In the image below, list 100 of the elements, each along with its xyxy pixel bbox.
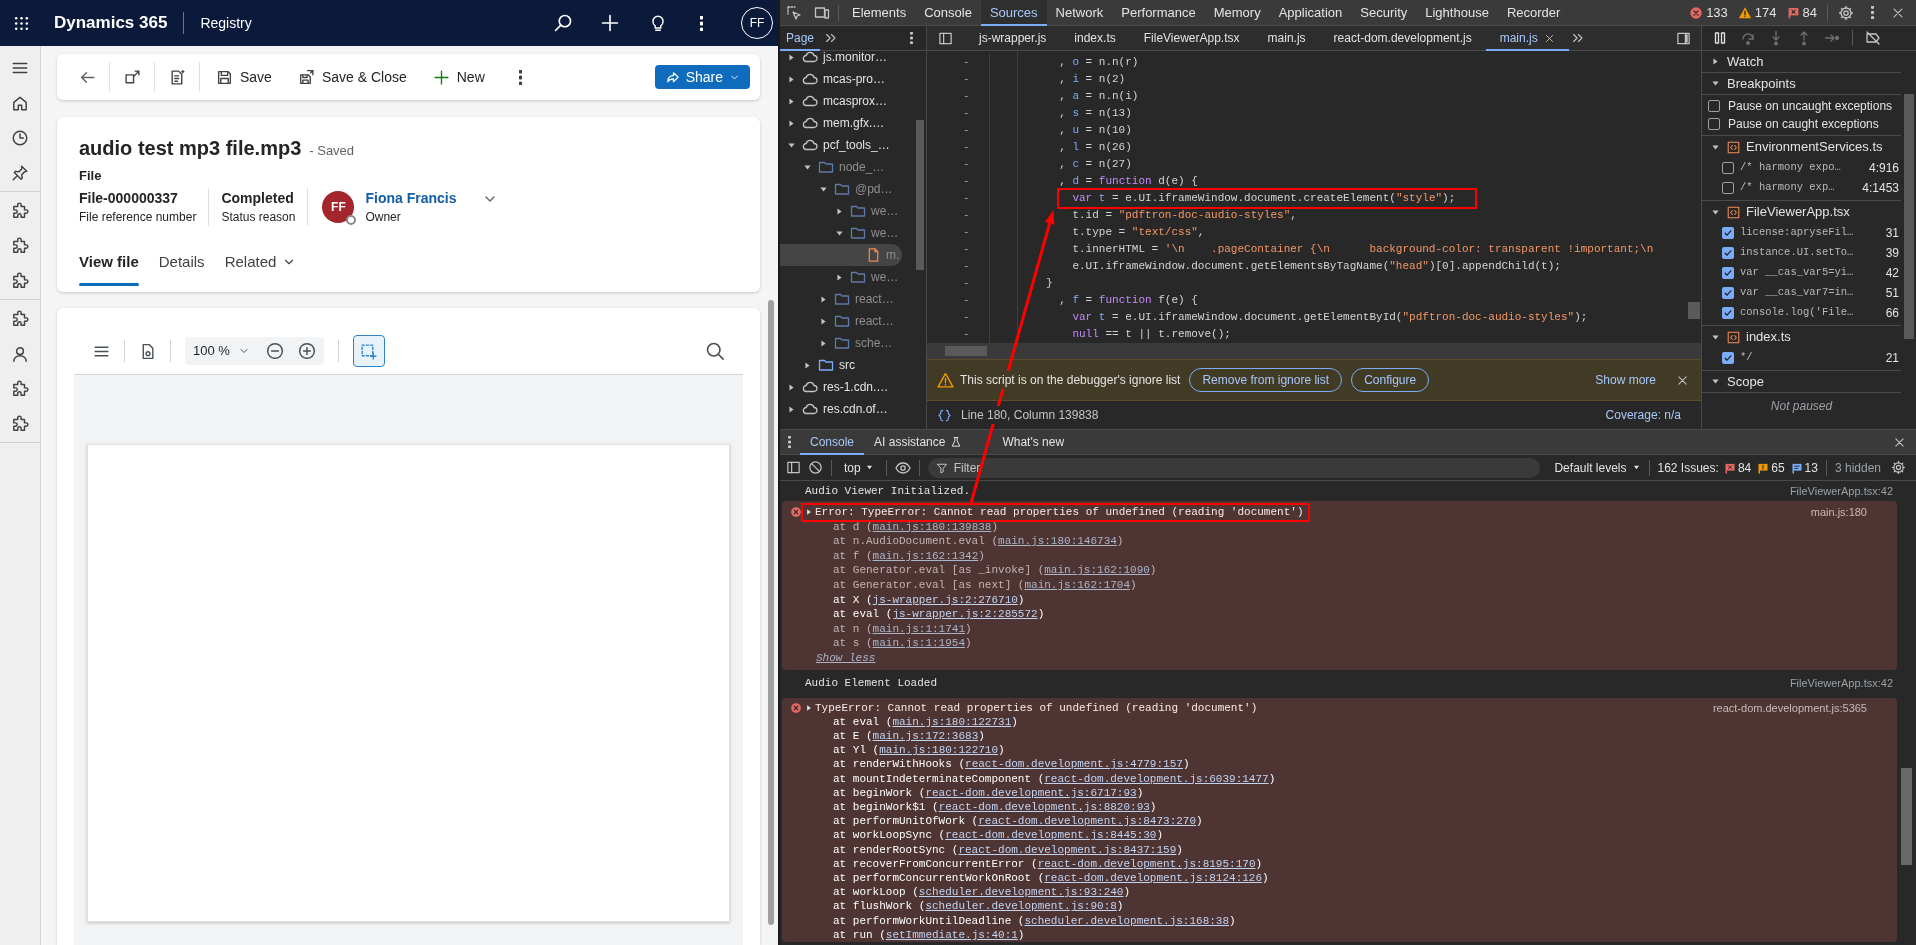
section-header[interactable]: Watch [1702, 51, 1901, 73]
show-more-link[interactable]: Show more [1595, 371, 1656, 389]
link[interactable]: setImmediate.js:40:1 [885, 928, 1018, 941]
link[interactable]: react-dom.development.js:6717:93 [925, 786, 1137, 799]
warning-count[interactable]: 174 [1754, 2, 1777, 23]
filter-field[interactable]: Filter [927, 457, 1541, 478]
tree-item[interactable]: res-1.cdn.… [780, 376, 912, 398]
drawer-tab[interactable]: What's new [992, 429, 1075, 455]
tree-item[interactable]: @pd… [780, 178, 912, 200]
link[interactable]: main.js:180:122710 [879, 744, 999, 757]
tree-item[interactable]: res.cdn.of… [780, 398, 912, 420]
link[interactable]: main.js:162:1090 [1044, 564, 1150, 577]
panel-tab[interactable]: Memory [1204, 0, 1270, 26]
link[interactable]: react-dom.development.js:4779:157 [965, 758, 1183, 771]
tree-item[interactable]: mem.gfx.… [780, 112, 912, 134]
panel-tab[interactable]: Lighthouse [1416, 0, 1498, 26]
navigator-tab[interactable]: Page [780, 25, 821, 51]
option-label[interactable]: Pause on caught exceptions [1728, 115, 1879, 133]
zoom-level[interactable]: 100 % [193, 341, 230, 361]
field-label: Owner [365, 209, 402, 226]
tree-item[interactable]: sche… [780, 332, 912, 354]
link[interactable]: main.js:162:1704 [1024, 578, 1131, 591]
panel-tab[interactable]: Sources [980, 0, 1047, 26]
tree-item[interactable]: node_… [780, 156, 912, 178]
panel-tab[interactable]: Network [1046, 0, 1113, 26]
tree-item[interactable]: we… [780, 200, 912, 222]
tree-item[interactable]: react… [780, 288, 912, 310]
link[interactable]: js-wrapper.js:2:285572 [892, 608, 1038, 621]
tree-item[interactable]: react… [780, 310, 912, 332]
record-tab[interactable]: View file [79, 252, 139, 286]
owner-link[interactable]: Fiona Francis [365, 188, 457, 208]
link[interactable]: scheduler.development.js:93:240 [918, 886, 1124, 899]
tree-item[interactable]: we… [780, 266, 912, 288]
source-link[interactable]: FileViewerApp.tsx:42 [1789, 482, 1893, 500]
record-tab[interactable]: Related [224, 252, 297, 286]
link[interactable]: main.js:172:3683 [872, 729, 979, 742]
link[interactable]: react-dom.development.js:8124:126 [1044, 871, 1263, 884]
link[interactable]: react-dom.development.js:6039:1477 [1044, 772, 1269, 785]
context-dropdown[interactable]: top [840, 458, 878, 477]
panel-tab[interactable]: Elements [843, 0, 916, 26]
breakpoint-file[interactable]: index.ts [1702, 326, 1901, 348]
owner-avatar[interactable]: FF [322, 191, 355, 223]
link[interactable]: main.js:1:1954 [872, 637, 966, 650]
link[interactable]: main.js:1:1741 [872, 622, 966, 635]
issues-label[interactable]: 162 Issues: [1657, 458, 1719, 477]
link[interactable]: react-dom.development.js:8820:93 [938, 800, 1150, 813]
breakpoint-file[interactable]: FileViewerApp.tsx [1702, 201, 1901, 223]
section-header[interactable]: Scope [1702, 371, 1901, 393]
link[interactable]: main.js:180:139838 [872, 520, 992, 533]
app-name[interactable]: Dynamics 365 [54, 10, 168, 36]
tree-item[interactable]: pcf_tools_… [780, 134, 912, 156]
file-tab[interactable]: react-dom.development.js [1319, 25, 1486, 51]
link[interactable]: main.js:180:122731 [892, 715, 1012, 728]
source-link[interactable]: react-dom.development.js:5365 [1712, 700, 1867, 715]
panel-tab[interactable]: Security [1351, 0, 1417, 26]
issue-count[interactable]: 13 [1804, 458, 1818, 477]
tree-item[interactable]: js.monitor… [780, 51, 912, 68]
share-button[interactable]: Share [654, 65, 750, 89]
source-link[interactable]: FileViewerApp.tsx:42 [1789, 675, 1893, 692]
code-line: t.innerHTML = '\n .pageContainer {\n background-color: transparent !important;\n [1072, 242, 1654, 257]
tree-item[interactable]: mcas-pro… [780, 68, 912, 90]
log-levels-dropdown[interactable]: Default levels [1554, 458, 1641, 477]
file-tab[interactable]: js-wrapper.js [965, 25, 1061, 51]
issue-count[interactable]: 65 [1771, 458, 1785, 477]
link[interactable]: main.js:180:146734 [998, 535, 1117, 548]
link[interactable]: react-dom.development.js:8445:30 [945, 829, 1157, 842]
link[interactable]: js-wrapper.js:2:276710 [872, 593, 1018, 606]
drawer-tab[interactable]: AI assistance [864, 429, 973, 455]
command-button[interactable]: New [426, 61, 491, 93]
area-name[interactable]: Registry [200, 12, 252, 34]
issue-count[interactable]: 84 [1802, 2, 1817, 23]
panel-tab[interactable]: Recorder [1497, 0, 1570, 26]
file-tab[interactable]: FileViewerApp.tsx [1129, 25, 1254, 51]
link[interactable]: scheduler.development.js:168:38 [1024, 914, 1230, 927]
command-button[interactable]: Save & Close [291, 61, 413, 93]
tree-item[interactable]: mcasprox… [780, 90, 912, 112]
link[interactable]: react-dom.development.js:8473:270 [978, 815, 1197, 828]
option-label[interactable]: Pause on uncaught exceptions [1728, 97, 1893, 115]
tree-item[interactable]: src [780, 354, 912, 376]
link[interactable]: react-dom.development.js:8195:170 [1037, 857, 1256, 870]
breakpoint-file[interactable]: EnvironmentServices.ts [1702, 136, 1901, 158]
record-tab[interactable]: Details [158, 252, 205, 286]
link[interactable]: main.js:162:1342 [872, 549, 979, 562]
panel-tab[interactable]: Console [915, 0, 981, 26]
link[interactable]: react-dom.development.js:8437:159 [958, 843, 1177, 856]
panel-tab[interactable]: Application [1269, 0, 1352, 26]
file-tab[interactable]: index.ts [1060, 25, 1130, 51]
link[interactable]: scheduler.development.js:90:8 [925, 900, 1117, 913]
panel-tab[interactable]: Performance [1112, 0, 1205, 26]
drawer-tab[interactable]: Console [800, 429, 865, 455]
command-button[interactable]: Save [210, 61, 278, 93]
error-count[interactable]: 133 [1706, 2, 1728, 23]
file-tab[interactable]: main.js [1253, 25, 1320, 51]
source-link[interactable]: main.js:180 [1810, 505, 1867, 520]
issue-count[interactable]: 84 [1737, 458, 1752, 477]
file-tab[interactable]: main.js [1485, 25, 1569, 51]
show-less-link[interactable]: Show less [816, 651, 876, 664]
coverage-link[interactable]: Coverage: n/a [1605, 406, 1681, 424]
tree-item[interactable]: we… [780, 222, 912, 244]
section-header[interactable]: Breakpoints [1702, 73, 1901, 95]
